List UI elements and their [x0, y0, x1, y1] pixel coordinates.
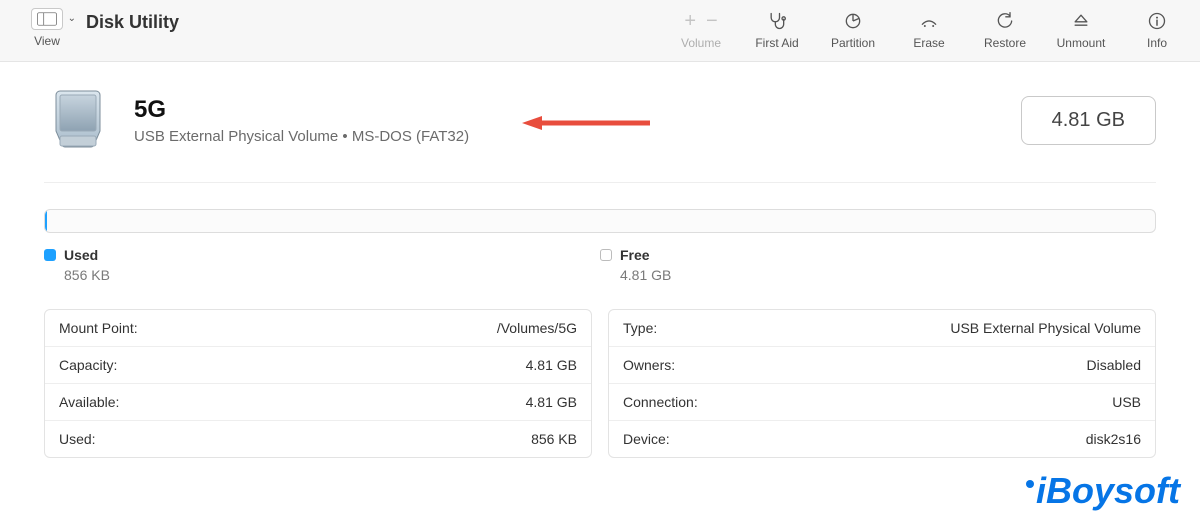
volume-label: Volume — [681, 36, 721, 50]
info-value: 4.81 GB — [526, 394, 577, 410]
info-key: Capacity: — [59, 357, 117, 373]
volume-header: 5G USB External Physical Volume • MS-DOS… — [44, 86, 1156, 154]
toolbar-actions: + − Volume First Aid Parti — [676, 10, 1182, 50]
info-table-right: Type: USB External Physical Volume Owners… — [608, 309, 1156, 458]
annotation-arrow — [522, 114, 652, 132]
first-aid-button[interactable]: First Aid — [752, 10, 802, 50]
info-value: disk2s16 — [1086, 431, 1141, 447]
info-value: 4.81 GB — [526, 357, 577, 373]
chevron-down-icon: ⌄ — [68, 13, 76, 24]
view-label: View — [34, 34, 60, 48]
free-label: Free — [620, 247, 650, 263]
disk-icon — [44, 86, 112, 154]
info-key: Available: — [59, 394, 119, 410]
pie-icon — [842, 11, 864, 31]
free-swatch — [600, 249, 612, 261]
sidebar-icon — [37, 12, 57, 26]
plus-icon: + — [684, 11, 696, 31]
used-label: Used — [64, 247, 98, 263]
usage-legend: Used 856 KB Free 4.81 GB — [44, 247, 1156, 283]
volume-subtitle: USB External Physical Volume • MS-DOS (F… — [134, 128, 469, 145]
info-icon — [1146, 11, 1168, 31]
separator — [44, 182, 1156, 183]
toolbar: ⌄ View Disk Utility + − Volume First Aid — [0, 0, 1200, 62]
first-aid-label: First Aid — [755, 36, 798, 50]
view-control: ⌄ View — [18, 8, 76, 48]
unmount-label: Unmount — [1057, 36, 1106, 50]
info-value: USB External Physical Volume — [950, 320, 1141, 336]
restore-button[interactable]: Restore — [980, 10, 1030, 50]
info-key: Connection: — [623, 394, 698, 410]
app-title: Disk Utility — [86, 12, 179, 33]
table-row: Used: 856 KB — [45, 420, 591, 457]
restore-icon — [994, 11, 1016, 31]
volume-title: 5G — [134, 96, 469, 124]
table-row: Connection: USB — [609, 383, 1155, 420]
watermark-text: iBoysoft — [1036, 470, 1180, 512]
sidebar-toggle-button[interactable]: ⌄ — [31, 8, 63, 30]
table-row: Owners: Disabled — [609, 346, 1155, 383]
table-row: Capacity: 4.81 GB — [45, 346, 591, 383]
info-key: Used: — [59, 431, 96, 447]
legend-free: Free 4.81 GB — [600, 247, 1156, 283]
legend-used: Used 856 KB — [44, 247, 600, 283]
partition-label: Partition — [831, 36, 875, 50]
info-tables: Mount Point: /Volumes/5G Capacity: 4.81 GB… — [44, 309, 1156, 458]
info-key: Owners: — [623, 357, 675, 373]
erase-label: Erase — [913, 36, 944, 50]
used-value: 856 KB — [64, 267, 600, 283]
free-value: 4.81 GB — [620, 267, 1156, 283]
info-key: Device: — [623, 431, 670, 447]
info-key: Type: — [623, 320, 657, 336]
unmount-button[interactable]: Unmount — [1056, 10, 1106, 50]
partition-button[interactable]: Partition — [828, 10, 878, 50]
erase-icon — [918, 11, 940, 31]
table-row: Device: disk2s16 — [609, 420, 1155, 457]
eject-icon — [1070, 11, 1092, 31]
info-button[interactable]: Info — [1132, 10, 1182, 50]
info-label: Info — [1147, 36, 1167, 50]
info-table-left: Mount Point: /Volumes/5G Capacity: 4.81 GB… — [44, 309, 592, 458]
erase-button[interactable]: Erase — [904, 10, 954, 50]
info-value: /Volumes/5G — [497, 320, 577, 336]
table-row: Available: 4.81 GB — [45, 383, 591, 420]
info-value: USB — [1112, 394, 1141, 410]
volume-control: + − Volume — [676, 10, 726, 50]
table-row: Mount Point: /Volumes/5G — [45, 310, 591, 346]
table-row: Type: USB External Physical Volume — [609, 310, 1155, 346]
main-content: 5G USB External Physical Volume • MS-DOS… — [0, 62, 1200, 458]
minus-icon: − — [706, 11, 718, 31]
info-value: Disabled — [1087, 357, 1141, 373]
info-key: Mount Point: — [59, 320, 138, 336]
watermark-dot-icon — [1026, 480, 1034, 488]
stethoscope-icon — [766, 11, 788, 31]
info-value: 856 KB — [531, 431, 577, 447]
usage-bar — [44, 209, 1156, 233]
watermark-logo: iBoysoft — [1026, 470, 1180, 512]
usage-bar-used-segment — [45, 210, 47, 232]
used-swatch — [44, 249, 56, 261]
volume-size-badge: 4.81 GB — [1021, 96, 1156, 145]
restore-label: Restore — [984, 36, 1026, 50]
